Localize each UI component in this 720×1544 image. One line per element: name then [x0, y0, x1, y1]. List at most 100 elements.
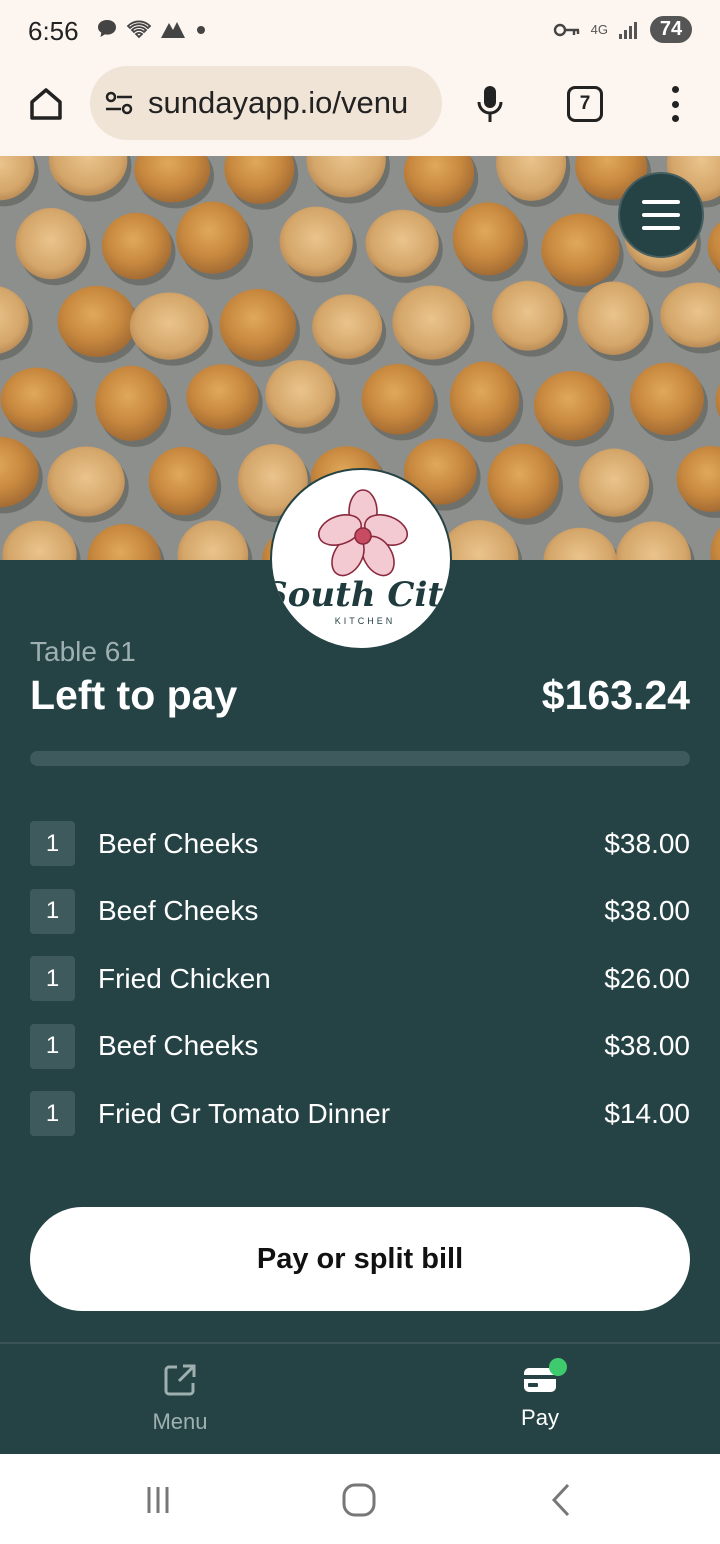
nav-menu[interactable]: Menu [0, 1344, 360, 1454]
biscuit [533, 370, 611, 441]
item-name: Fried Gr Tomato Dinner [98, 1097, 391, 1129]
order-item: 1 Beef Cheeks $38.00 [30, 810, 690, 878]
more-options-button[interactable] [660, 82, 690, 126]
item-quantity: 1 [30, 1091, 75, 1137]
home-icon [30, 88, 62, 120]
biscuit [629, 362, 704, 436]
microphone-icon [477, 86, 503, 122]
item-name: Beef Cheeks [98, 827, 259, 859]
status-icons-left [96, 18, 208, 40]
item-price: $38.00 [604, 827, 690, 859]
nav-menu-label: Menu [152, 1409, 208, 1434]
hamburger-line [642, 213, 680, 217]
biscuit [57, 285, 137, 357]
dot [671, 100, 679, 108]
left-to-pay-amount: $163.24 [541, 672, 690, 718]
notification-dot [549, 1358, 567, 1376]
tab-switcher-button[interactable]: 7 [567, 86, 603, 122]
order-item: 1 Beef Cheeks $38.00 [30, 878, 690, 946]
item-price: $26.00 [604, 962, 690, 994]
menu-toggle-button[interactable] [618, 172, 704, 258]
item-name: Beef Cheeks [98, 895, 259, 927]
biscuit [186, 364, 259, 430]
item-price: $38.00 [604, 1030, 690, 1062]
home-button[interactable] [24, 82, 68, 126]
status-icons-right: 4G 74 [553, 16, 692, 43]
pay-or-split-button[interactable]: Pay or split bill [30, 1207, 690, 1311]
item-quantity: 1 [30, 956, 75, 1002]
battery-icon: 74 [650, 16, 692, 43]
order-items-list: 1 Beef Cheeks $38.00 1 Beef Cheeks $38.0… [30, 810, 690, 1148]
signal-icon [619, 21, 637, 39]
biscuit [47, 446, 125, 517]
item-quantity: 1 [30, 1023, 75, 1069]
item-name: Beef Cheeks [98, 1030, 259, 1062]
hamburger-line [642, 200, 680, 204]
biscuit [15, 207, 87, 280]
hamburger-line [642, 226, 680, 230]
item-quantity: 1 [30, 888, 75, 934]
system-navigation-bar [0, 1454, 720, 1544]
bottom-navigation: Menu Pay [0, 1342, 720, 1454]
table-number: Table 61 [30, 636, 136, 667]
network-4g-icon: 4G [590, 22, 608, 37]
dot-icon [197, 26, 205, 34]
back-button[interactable] [542, 1480, 582, 1520]
biscuit [487, 443, 560, 519]
status-time: 6:56 [28, 16, 79, 46]
left-to-pay-label: Left to pay [30, 672, 238, 718]
back-chevron-icon [551, 1483, 570, 1517]
biscuit [219, 288, 296, 361]
external-link-icon [164, 1364, 196, 1396]
site-settings-icon[interactable] [104, 90, 134, 116]
address-bar[interactable]: sundayapp.io/venu [90, 66, 442, 140]
recent-apps-button[interactable] [138, 1480, 178, 1520]
biscuit [95, 365, 168, 441]
recent-apps-icon [147, 1487, 169, 1513]
nav-pay[interactable]: Pay [360, 1344, 720, 1454]
logo-subtitle: KITCHEN [335, 616, 396, 626]
biscuit [0, 367, 74, 432]
order-item: 1 Fried Chicken $26.00 [30, 945, 690, 1013]
dogwood-flower-icon: South City KITCHEN [272, 489, 452, 626]
item-name: Fried Chicken [98, 962, 271, 994]
biscuit [129, 292, 209, 360]
biscuit [312, 294, 383, 359]
biscuit [365, 209, 439, 277]
item-price: $38.00 [604, 895, 690, 927]
biscuit [449, 361, 520, 437]
biscuit [579, 448, 650, 517]
biscuit [176, 201, 250, 274]
key-icon [553, 23, 579, 36]
pay-icon-wrap [523, 1358, 567, 1393]
payment-progress-bar [30, 751, 690, 766]
mountain-icon [161, 22, 185, 38]
biscuit [577, 281, 650, 355]
logo-name: South City [272, 575, 452, 615]
nav-pay-label: Pay [521, 1405, 559, 1430]
url-text: sundayapp.io/venu [148, 85, 409, 120]
biscuit [279, 206, 353, 277]
order-item: 1 Fried Gr Tomato Dinner $14.00 [30, 1080, 690, 1148]
biscuit [392, 285, 471, 360]
biscuit [148, 446, 218, 516]
biscuit [541, 213, 620, 287]
item-quantity: 1 [30, 821, 75, 867]
dot [671, 86, 679, 93]
chat-bubble-icon [98, 20, 116, 37]
biscuit [452, 202, 524, 276]
item-price: $14.00 [604, 1097, 690, 1129]
biscuit [361, 363, 435, 435]
biscuit [492, 280, 564, 351]
voice-search-button[interactable] [468, 80, 512, 128]
restaurant-logo: South City KITCHEN [270, 468, 452, 650]
biscuit [101, 212, 172, 280]
wifi-icon [126, 20, 152, 39]
home-system-button[interactable] [339, 1480, 379, 1520]
browser-toolbar: sundayapp.io/venu 7 [0, 60, 720, 156]
status-bar: 6:56 4G 74 [0, 0, 720, 60]
order-item: 1 Beef Cheeks $38.00 [30, 1013, 690, 1081]
home-circle-icon [342, 1483, 376, 1517]
biscuit [265, 360, 336, 428]
dot [671, 115, 679, 122]
